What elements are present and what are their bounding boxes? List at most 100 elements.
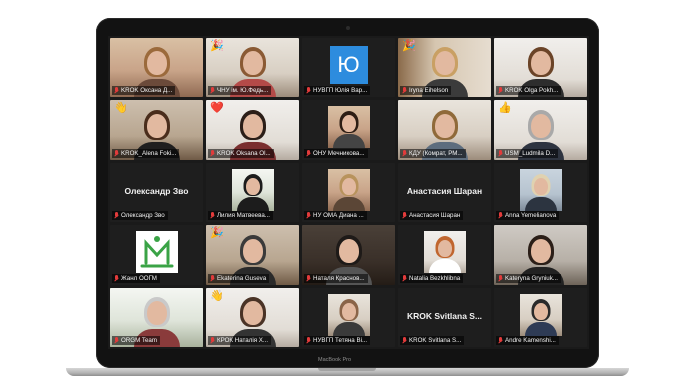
participant-tile[interactable]: НУВГП Тетяна Ві... <box>302 287 395 347</box>
participant-tile[interactable]: ❤️ KROK Oksana Ol... <box>206 100 299 160</box>
participant-grid: KROK Оксана Д... 🎉 ЧНУ ім. Ю.Федь... Ю НУВГП… <box>110 38 587 347</box>
participant-tile[interactable]: Anna Yemelianova <box>494 162 587 223</box>
reaction-emoji: 👍 <box>498 102 512 115</box>
muted-mic-icon <box>402 87 407 94</box>
participant-name-label: KROK Olga Pokh... <box>496 86 562 96</box>
participant-name-label: Andre Kamenshi... <box>496 336 559 345</box>
participant-tile[interactable]: KROK Svitlana S... KROK Svitlana S... <box>398 287 491 347</box>
participant-tile[interactable]: Жанл ООГМ <box>110 225 203 285</box>
avatar: Ю <box>329 46 368 84</box>
participant-tile[interactable]: KROK Оксана Д... <box>110 38 203 98</box>
laptop-notch <box>318 368 376 371</box>
camera-icon <box>346 26 350 30</box>
reaction-emoji: 👋 <box>114 102 128 115</box>
participant-tile[interactable]: 👋 KROK_Alena Foki... <box>110 100 203 160</box>
participant-name-label: ORGM Team <box>112 336 160 345</box>
participant-tile[interactable]: Олександр Зво Олександр Зво <box>110 162 203 223</box>
participant-name: КДУ (Комрат, РМ... <box>409 149 463 157</box>
participant-name-label: КДУ (Комрат, РМ... <box>400 148 466 158</box>
letterboxed-video <box>327 168 370 211</box>
muted-mic-icon <box>114 149 119 157</box>
participant-name: Natalia Bezkhlibna <box>409 274 461 282</box>
participant-tile[interactable]: Natalia Bezkhlibna <box>398 225 491 285</box>
participant-figure <box>332 171 366 211</box>
participant-name: Iryna Eihelson <box>409 87 449 95</box>
participant-tile[interactable]: 🎉 ЧНУ ім. Ю.Федь... <box>206 38 299 98</box>
muted-mic-icon <box>402 337 407 344</box>
participant-name: Kateryna Gryniuk... <box>505 274 558 282</box>
participant-name: Лилия Матвеева... <box>217 212 270 220</box>
participant-figure <box>428 233 462 274</box>
muted-mic-icon <box>210 337 215 344</box>
participant-name-label: Iryna Eihelson <box>400 86 452 96</box>
participant-name: ORGM Team <box>121 337 157 344</box>
letterboxed-video <box>231 168 274 211</box>
muted-mic-icon <box>114 274 119 282</box>
participant-figure <box>236 171 270 211</box>
participant-name: НУВГП Юлія Вар... <box>313 87 368 95</box>
participant-tile[interactable]: Лилия Матвеева... <box>206 162 299 223</box>
muted-mic-icon <box>210 87 215 94</box>
participant-name: КРОК Наталія Х... <box>217 337 269 344</box>
participant-name: KROK_Alena Foki... <box>121 149 177 157</box>
participant-name: KROK Оксана Д... <box>121 87 173 95</box>
participant-name: Anna Yemelianova <box>505 212 557 220</box>
participant-name: Олександр Зво <box>121 212 165 220</box>
laptop-brand-label: MacBook Pro <box>318 357 352 363</box>
participant-tile[interactable]: ОНУ Мечникова... <box>302 100 395 160</box>
reaction-emoji: ❤️ <box>210 102 224 115</box>
participant-tile[interactable]: Andre Kamenshi... <box>494 287 587 347</box>
participant-name-label: Олександр Зво <box>112 211 168 221</box>
participant-tile[interactable]: KROK Olga Pokh... <box>494 38 587 98</box>
participant-figure <box>524 171 558 211</box>
participant-name-label: НУВГП Тетяна Ві... <box>304 336 371 345</box>
muted-mic-icon <box>306 274 311 282</box>
participant-tile[interactable]: Ю НУВГП Юлія Вар... <box>302 38 395 98</box>
participant-name: KROK Oksana Ol... <box>217 149 271 157</box>
organization-logo <box>135 231 178 274</box>
muted-mic-icon <box>498 87 503 94</box>
participant-name: Анастасия Шаран <box>409 212 461 220</box>
participant-name-label: KROK Svitlana S... <box>400 336 465 345</box>
participant-name-label: Жанл ООГМ <box>112 273 160 283</box>
participant-name-label: KROK_Alena Foki... <box>112 148 180 158</box>
muted-mic-icon <box>306 87 311 94</box>
participant-tile[interactable]: 👋 КРОК Наталія Х... <box>206 287 299 347</box>
reaction-emoji: 🎉 <box>210 227 224 240</box>
participant-tile[interactable]: КДУ (Комрат, РМ... <box>398 100 491 160</box>
participant-name-label: KROK Oksana Ol... <box>208 148 274 158</box>
participant-name-label: Лилия Матвеева... <box>208 211 273 221</box>
participant-name-label: НУВГП Юлія Вар... <box>304 86 371 96</box>
muted-mic-icon <box>210 212 215 219</box>
participant-name: Жанл ООГМ <box>121 274 157 282</box>
muted-mic-icon <box>498 212 503 219</box>
letterboxed-video <box>327 106 370 149</box>
participant-name-label: USM_Ludmila D... <box>496 148 559 158</box>
muted-mic-icon <box>306 212 311 219</box>
participant-name-label: КРОК Наталія Х... <box>208 336 272 345</box>
participant-name-label: Ekaterina Guseva <box>208 273 270 283</box>
participant-name-label: ОНУ Мечникова... <box>304 148 368 158</box>
participant-tile[interactable]: 🎉 Iryna Eihelson <box>398 38 491 98</box>
participant-tile[interactable]: Анастасия Шаран Анастасия Шаран <box>398 162 491 223</box>
muted-mic-icon <box>114 212 119 219</box>
reaction-emoji: 🎉 <box>210 40 224 52</box>
participant-tile[interactable]: 🎉 Ekaterina Guseva <box>206 225 299 285</box>
participant-tile[interactable]: Наталя Краснов... <box>302 225 395 285</box>
participant-name: ОНУ Мечникова... <box>313 149 365 157</box>
participant-name-label: Kateryna Gryniuk... <box>496 273 561 283</box>
muted-mic-icon <box>306 337 311 344</box>
participant-tile[interactable]: НУ ОМА Диана ... <box>302 162 395 223</box>
muted-mic-icon <box>114 87 119 94</box>
reaction-emoji: 👋 <box>210 289 224 302</box>
participant-tile[interactable]: ORGM Team <box>110 287 203 347</box>
participant-display-name: KROK Svitlana S... <box>406 311 483 322</box>
muted-mic-icon <box>210 149 215 157</box>
participant-name: Ekaterina Guseva <box>217 274 267 282</box>
letterboxed-video <box>327 293 370 336</box>
muted-mic-icon <box>402 149 407 157</box>
participant-tile[interactable]: Kateryna Gryniuk... <box>494 225 587 285</box>
muted-mic-icon <box>498 149 503 157</box>
participant-tile[interactable]: 👍 USM_Ludmila D... <box>494 100 587 160</box>
participant-name: KROK Olga Pokh... <box>505 87 559 95</box>
